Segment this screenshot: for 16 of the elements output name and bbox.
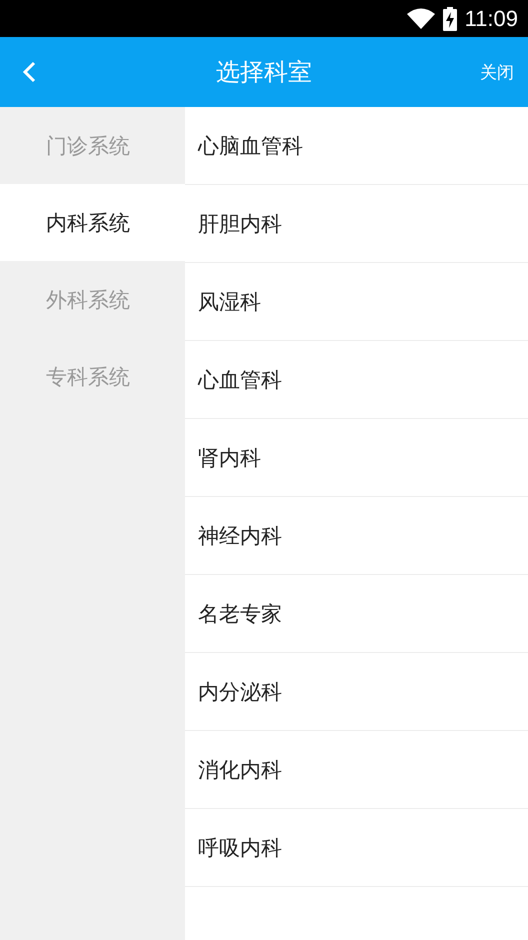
department-item[interactable]: 内分泌科 xyxy=(185,653,528,731)
department-item[interactable]: 肝胆内科 xyxy=(185,185,528,263)
department-item[interactable]: 神经内科 xyxy=(185,497,528,575)
clock-time: 11:09 xyxy=(464,6,518,32)
department-item[interactable]: 心血管科 xyxy=(185,341,528,419)
back-icon[interactable] xyxy=(22,61,36,83)
page-title: 选择科室 xyxy=(216,57,312,88)
department-item[interactable]: 心脑血管科 xyxy=(185,107,528,185)
category-tab[interactable]: 内科系统 xyxy=(0,184,185,261)
wifi-icon xyxy=(406,8,435,30)
department-item[interactable]: 风湿科 xyxy=(185,263,528,341)
department-item[interactable]: 肾内科 xyxy=(185,419,528,497)
battery-icon xyxy=(442,6,457,30)
department-item[interactable]: 名老专家 xyxy=(185,575,528,653)
department-item[interactable]: 呼吸内科 xyxy=(185,809,528,887)
department-item[interactable]: 消化内科 xyxy=(185,731,528,809)
